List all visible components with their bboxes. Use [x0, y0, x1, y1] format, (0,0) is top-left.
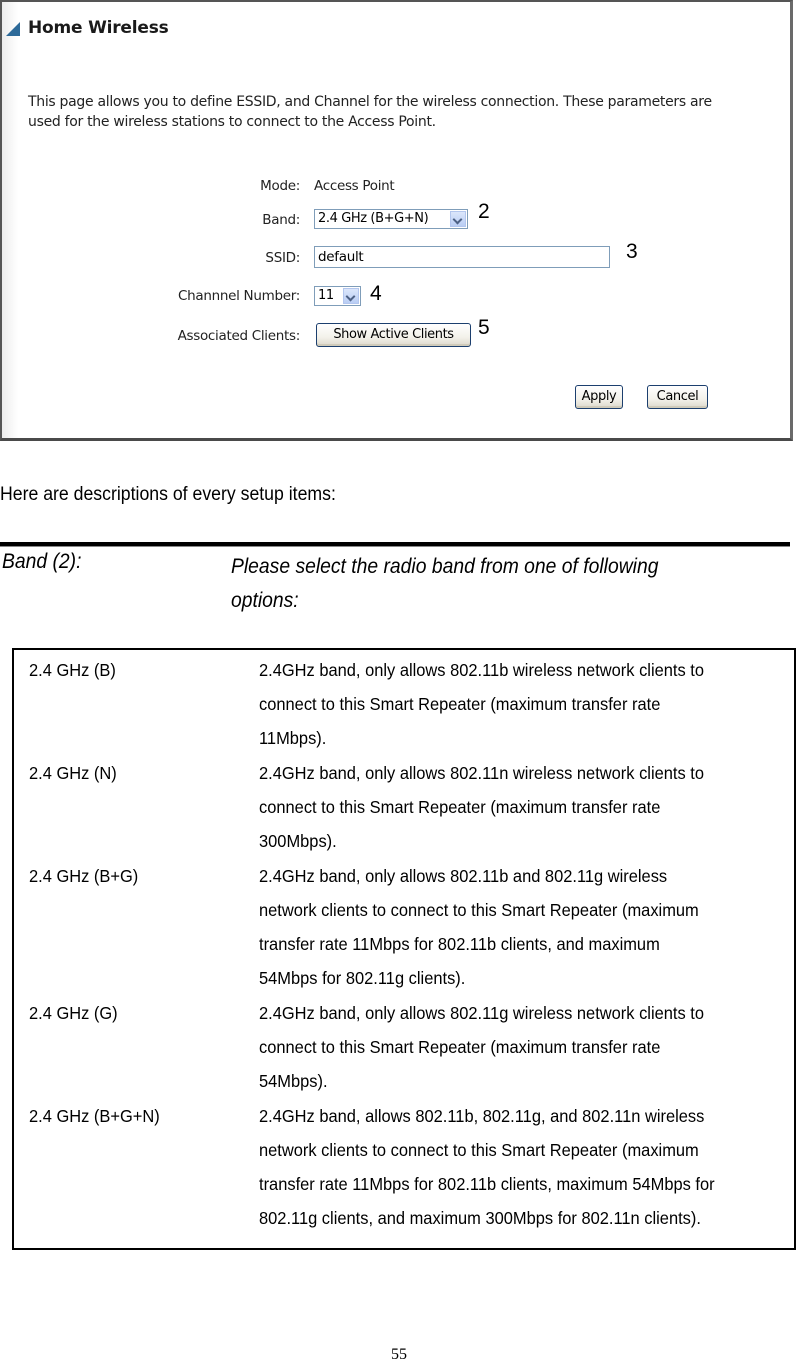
band-selected-value: 2.4 GHz (B+G+N) — [318, 211, 429, 226]
description-line: 2.4GHz band, only allows 802.11b wireles… — [259, 660, 704, 680]
description-line: 2.4GHz band, allows 802.11b, 802.11g, an… — [259, 1106, 705, 1126]
clients-label: Associated Clients: — [177, 328, 301, 344]
description-line: 54Mbps). — [259, 1071, 328, 1091]
description-line: 11Mbps). — [259, 728, 327, 748]
description-line: 2.4GHz band, only allows 802.11b and 802… — [259, 866, 668, 886]
description-line: 2.4GHz band, only allows 802.11n wireles… — [259, 763, 704, 783]
band-option-description: 2.4GHz band, allows 802.11b, 802.11g, an… — [259, 1099, 785, 1235]
descriptions-intro: Here are descriptions of every setup ite… — [0, 484, 336, 505]
band-option-description: 2.4GHz band, only allows 802.11g wireles… — [259, 996, 785, 1098]
callout-clients: 5 — [478, 316, 490, 339]
band-term: Band (2): — [2, 550, 82, 573]
description-line: 802.11g clients, and maximum 300Mbps for… — [259, 1208, 701, 1228]
mode-value: Access Point — [314, 178, 395, 194]
home-wireless-screenshot: Home Wireless This page allows you to de… — [0, 0, 793, 441]
description-line: transfer rate 11Mbps for 802.11b clients… — [259, 934, 660, 954]
callout-channel: 4 — [370, 282, 382, 305]
band-description: Please select the radio band from one of… — [231, 550, 746, 618]
band-option-name: 2.4 GHz (B) — [29, 660, 116, 680]
band-option-description: 2.4GHz band, only allows 802.11b wireles… — [259, 653, 785, 755]
chevron-down-icon[interactable] — [450, 211, 466, 227]
ssid-input[interactable]: default — [314, 246, 610, 268]
description-line: network clients to connect to this Smart… — [259, 1140, 699, 1160]
band-description-line: options: — [231, 589, 299, 612]
description-line: transfer rate 11Mbps for 802.11b clients… — [259, 1174, 715, 1194]
page-title: Home Wireless — [28, 18, 169, 38]
band-options-table: 2.4 GHz (B) 2.4GHz band, only allows 802… — [12, 648, 796, 1250]
callout-band: 2 — [478, 200, 490, 223]
corner-triangle-icon — [6, 22, 20, 36]
band-option-name: 2.4 GHz (G) — [29, 1003, 118, 1023]
description-line: connect to this Smart Repeater (maximum … — [259, 694, 661, 714]
description-line: connect to this Smart Repeater (maximum … — [259, 797, 661, 817]
channel-label: Channnel Number: — [177, 288, 300, 304]
channel-selected-value: 11 — [318, 288, 334, 303]
band-select[interactable]: 2.4 GHz (B+G+N) — [314, 209, 468, 229]
description-line: 300Mbps). — [259, 831, 337, 851]
mode-label: Mode: — [260, 178, 300, 194]
band-label: Band: — [262, 212, 300, 228]
band-option-name: 2.4 GHz (B+G) — [29, 866, 139, 886]
description-line: connect to this Smart Repeater (maximum … — [259, 1037, 661, 1057]
description-line: network clients to connect to this Smart… — [259, 900, 699, 920]
band-option-description: 2.4GHz band, only allows 802.11b and 802… — [259, 859, 785, 995]
description-line: 54Mbps for 802.11g clients). — [259, 968, 466, 988]
cancel-button[interactable]: Cancel — [647, 385, 708, 409]
ssid-label: SSID: — [265, 250, 300, 266]
page-intro-text: This page allows you to define ESSID, an… — [28, 94, 712, 130]
band-option-name: 2.4 GHz (N) — [29, 763, 117, 783]
page-number: 55 — [391, 1346, 407, 1363]
band-option-description: 2.4GHz band, only allows 802.11n wireles… — [259, 756, 785, 858]
show-active-clients-button[interactable]: Show Active Clients — [316, 323, 471, 347]
band-description-line: Please select the radio band from one of… — [231, 555, 659, 578]
apply-button[interactable]: Apply — [575, 385, 623, 409]
band-option-name: 2.4 GHz (B+G+N) — [29, 1106, 160, 1126]
section-divider — [0, 542, 790, 547]
channel-select[interactable]: 11 — [314, 286, 361, 306]
chevron-down-icon[interactable] — [343, 288, 359, 304]
callout-ssid: 3 — [626, 240, 638, 263]
description-line: 2.4GHz band, only allows 802.11g wireles… — [259, 1003, 704, 1023]
